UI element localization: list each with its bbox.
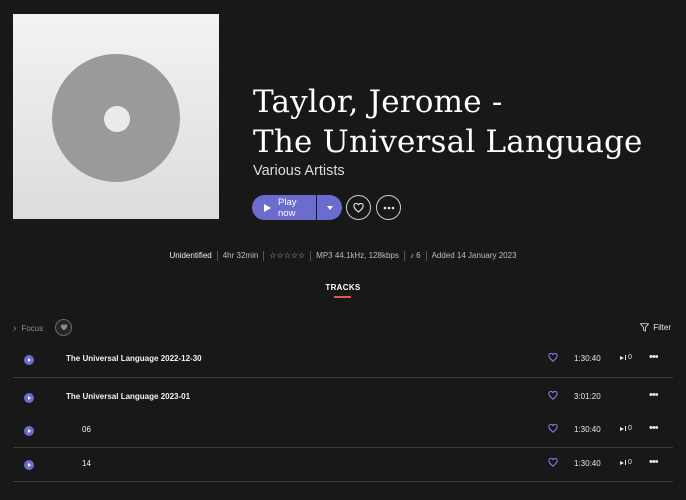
- total-duration: 4hr 32min: [222, 251, 259, 261]
- disc-placeholder-icon: [52, 54, 180, 182]
- play-count-value: 0: [628, 354, 632, 361]
- disc-hole: [104, 106, 130, 132]
- filter-button[interactable]: Filter: [640, 323, 671, 332]
- track-play-count: 0: [620, 459, 632, 466]
- identify-status[interactable]: Unidentified: [169, 251, 211, 260]
- album-artist[interactable]: Various Artists: [253, 163, 345, 179]
- track-more-button[interactable]: •••: [649, 389, 659, 401]
- album-meta: Unidentified 4hr 32min ☆☆☆☆☆ MP3 44.1kHz, 1…: [0, 251, 686, 261]
- track-more-button[interactable]: •••: [649, 422, 659, 434]
- play-now-label: Play now: [278, 196, 297, 219]
- chevron-right-icon: ›: [13, 323, 17, 334]
- filter-icon: [640, 323, 650, 332]
- heart-icon[interactable]: [548, 353, 558, 362]
- track-play-count: 0: [620, 354, 632, 361]
- track-name: 14: [82, 459, 91, 468]
- album-title: Taylor, Jerome - The Universal Language: [253, 82, 643, 162]
- date-added: Added 14 January 2023: [431, 251, 517, 261]
- album-title-line2: The Universal Language: [253, 124, 643, 160]
- track-play-button[interactable]: [24, 393, 34, 403]
- track-more-button[interactable]: •••: [649, 351, 659, 363]
- track-play-count: 0: [620, 425, 632, 432]
- row-divider: [13, 377, 673, 378]
- track-name: The Universal Language 2022-12-30: [66, 354, 202, 363]
- rating-stars[interactable]: ☆☆☆☆☆: [269, 251, 305, 260]
- track-duration: 1:30:40: [574, 354, 601, 363]
- track-play-button[interactable]: [24, 355, 34, 365]
- heart-icon[interactable]: [548, 391, 558, 400]
- focus-label: Focus: [21, 324, 44, 333]
- track-more-button[interactable]: •••: [649, 456, 659, 468]
- row-divider: [13, 481, 673, 482]
- tab-active-underline: [334, 296, 351, 298]
- favorites-filter-button[interactable]: [55, 319, 72, 336]
- tab-tracks[interactable]: TRACKS: [0, 283, 686, 292]
- album-cover[interactable]: [13, 14, 219, 219]
- play-count-value: 0: [628, 459, 632, 466]
- chevron-down-icon: [326, 205, 333, 210]
- play-count-value: 0: [628, 425, 632, 432]
- play-group: Play now: [252, 195, 342, 220]
- track-count: 6: [416, 251, 421, 261]
- track-name: The Universal Language 2023-01: [66, 392, 191, 401]
- album-title-line1: Taylor, Jerome -: [253, 84, 503, 120]
- track-row[interactable]: The Universal Language 2023-01 3:01:20 •…: [13, 381, 673, 415]
- heart-icon: [353, 202, 364, 213]
- track-row[interactable]: The Universal Language 2022-12-30 1:30:4…: [13, 343, 673, 377]
- favorite-button[interactable]: [346, 195, 371, 220]
- play-options-dropdown[interactable]: [317, 195, 342, 220]
- track-row[interactable]: 06 1:30:40 0 •••: [13, 414, 673, 448]
- filter-label: Filter: [653, 323, 671, 332]
- track-duration: 3:01:20: [574, 392, 601, 401]
- play-icon: [264, 203, 271, 212]
- track-row[interactable]: 14 1:30:40 0 •••: [13, 448, 673, 482]
- track-count-icon: ♪: [409, 251, 414, 261]
- track-duration: 1:30:40: [574, 425, 601, 434]
- track-duration: 1:30:40: [574, 459, 601, 468]
- track-play-button[interactable]: [24, 460, 34, 470]
- heart-icon: [60, 324, 67, 331]
- audio-format: MP3 44.1kHz, 128kbps: [316, 251, 399, 261]
- play-now-button[interactable]: Play now: [252, 195, 316, 220]
- track-play-button[interactable]: [24, 426, 34, 436]
- heart-icon[interactable]: [548, 424, 558, 433]
- heart-icon[interactable]: [548, 458, 558, 467]
- more-options-button[interactable]: [376, 195, 401, 220]
- more-icon: [383, 206, 394, 209]
- track-name: 06: [82, 425, 91, 434]
- focus-toggle[interactable]: › Focus: [13, 323, 43, 334]
